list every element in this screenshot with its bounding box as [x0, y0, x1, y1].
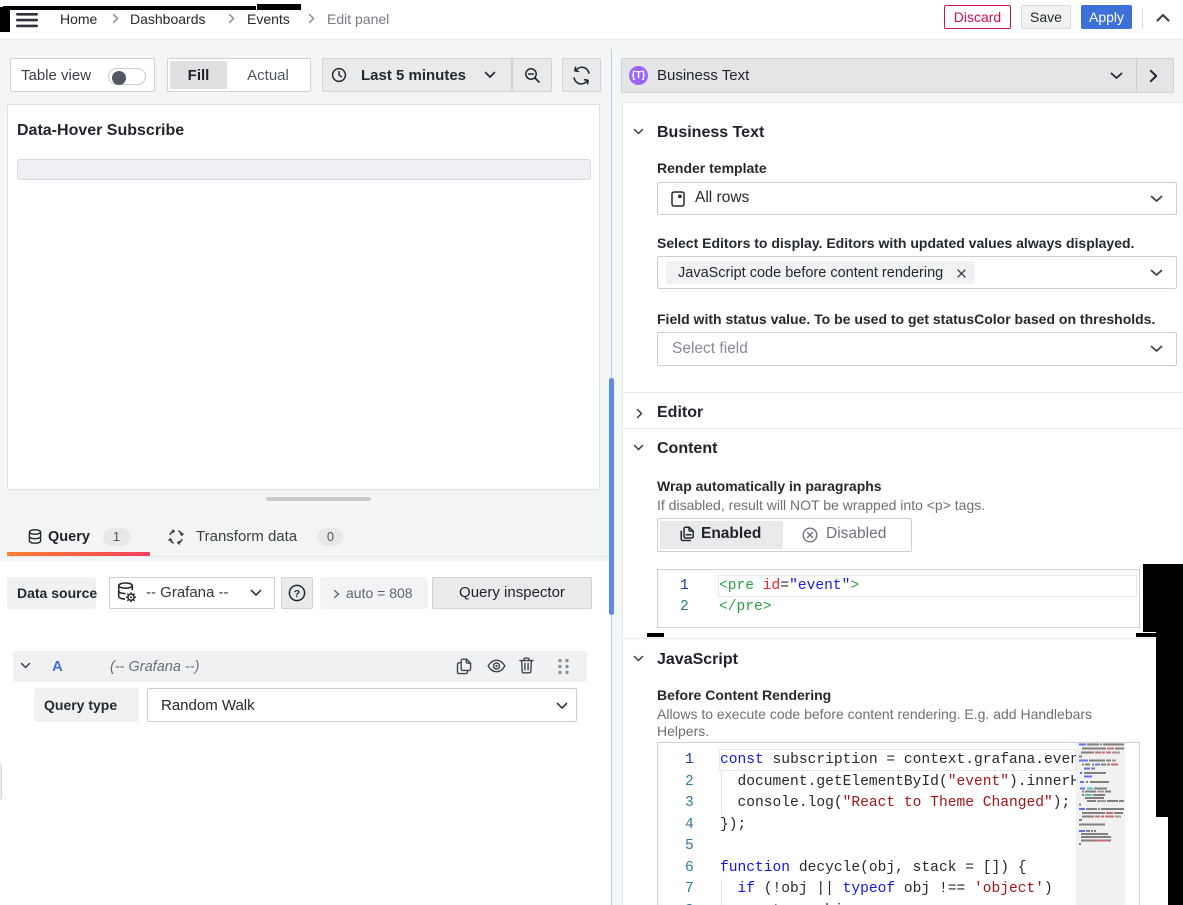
svg-text:?: ? — [294, 588, 300, 600]
